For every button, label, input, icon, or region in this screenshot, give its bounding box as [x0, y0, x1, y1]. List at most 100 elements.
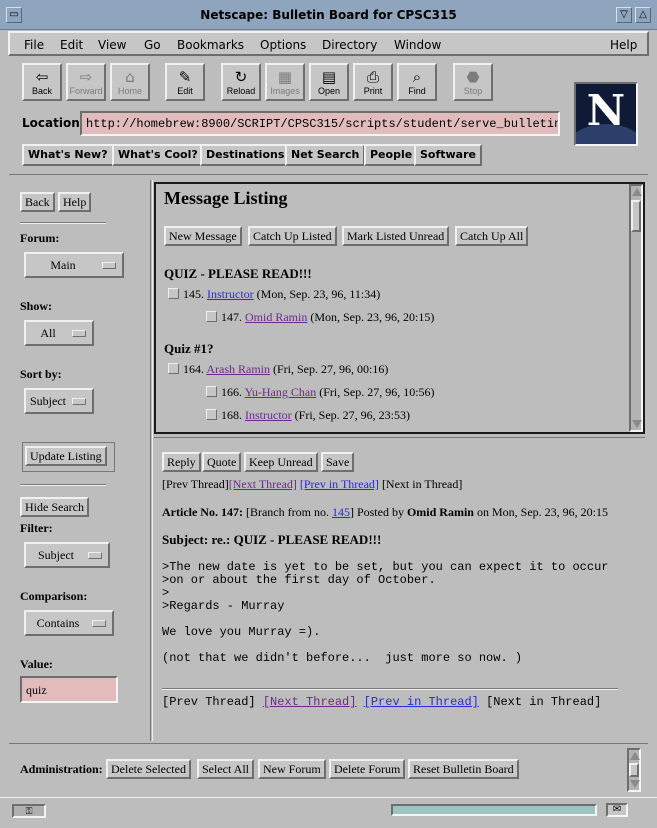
option-indicator-icon	[92, 620, 106, 627]
author-link[interactable]: Instructor	[245, 408, 292, 422]
software-button[interactable]: Software	[414, 144, 482, 166]
hide-search-button[interactable]: Hide Search	[20, 497, 89, 517]
branch-link[interactable]: 145	[332, 505, 350, 519]
admin-frame: Administration: Delete Selected Select A…	[9, 746, 648, 794]
sidebar-divider	[20, 484, 106, 486]
author-link[interactable]: Yu-Hang Chan	[245, 385, 317, 399]
forum-select[interactable]: Main	[24, 252, 124, 278]
delete-selected-button[interactable]: Delete Selected	[106, 759, 191, 779]
mark-listed-unread-button[interactable]: Mark Listed Unread	[342, 226, 450, 246]
author-link[interactable]: Arash Ramin	[206, 362, 270, 376]
delete-forum-button[interactable]: Delete Forum	[329, 759, 406, 779]
menu-directory[interactable]: Directory	[322, 38, 377, 52]
filter-select[interactable]: Subject	[24, 542, 110, 568]
netscape-n-icon: N	[586, 86, 626, 135]
window-menu-icon[interactable]: ▭	[6, 7, 22, 23]
catch-up-all-button[interactable]: Catch Up All	[455, 226, 529, 246]
menu-go[interactable]: Go	[144, 38, 161, 52]
comparison-select[interactable]: Contains	[24, 610, 114, 636]
message-checkbox[interactable]	[206, 409, 217, 420]
stop-button[interactable]: ⬣ Stop	[453, 63, 493, 101]
message-checkbox[interactable]	[206, 386, 217, 397]
sidebar-back-button[interactable]: Back	[20, 192, 55, 212]
prev-thread-text: [Prev Thread]	[162, 695, 256, 709]
menu-file[interactable]: File	[24, 38, 44, 52]
forward-button[interactable]: ⇨ Forward	[66, 63, 106, 101]
scroll-up-icon[interactable]	[630, 752, 640, 760]
reply-button[interactable]: Reply	[162, 452, 201, 472]
forward-arrow-icon: ⇨	[79, 68, 93, 86]
back-button[interactable]: ⇦ Back	[22, 63, 62, 101]
author-link[interactable]: Omid Ramin	[245, 310, 307, 324]
home-icon: ⌂	[125, 68, 135, 86]
sidebar-help-button[interactable]: Help	[58, 192, 92, 212]
destinations-button[interactable]: Destinations	[200, 144, 291, 166]
print-button[interactable]: ⎙ Print	[353, 63, 393, 101]
author-link[interactable]: Instructor	[207, 287, 254, 301]
menu-edit[interactable]: Edit	[60, 38, 83, 52]
menu-bar: File Edit View Go Bookmarks Options Dire…	[8, 31, 649, 56]
whats-cool-button[interactable]: What's Cool?	[112, 144, 204, 166]
maximize-button[interactable]: △	[635, 7, 651, 23]
open-button[interactable]: ▤ Open	[309, 63, 349, 101]
menu-view[interactable]: View	[98, 38, 126, 52]
edit-button[interactable]: ✎ Edit	[165, 63, 205, 101]
new-message-button[interactable]: New Message	[164, 226, 242, 246]
forum-label: Forum:	[20, 231, 60, 245]
admin-divider	[9, 743, 648, 744]
sortby-select[interactable]: Subject	[24, 388, 94, 414]
menu-window[interactable]: Window	[394, 38, 441, 52]
message-checkbox[interactable]	[168, 288, 179, 299]
scroll-thumb[interactable]	[631, 200, 641, 232]
keep-unread-button[interactable]: Keep Unread	[244, 452, 318, 472]
reload-button[interactable]: ↻ Reload	[221, 63, 261, 101]
menu-help[interactable]: Help	[610, 38, 637, 52]
scroll-thumb[interactable]	[629, 763, 639, 777]
menu-options[interactable]: Options	[260, 38, 306, 52]
reset-bulletin-board-button[interactable]: Reset Bulletin Board	[408, 759, 519, 779]
select-all-button[interactable]: Select All	[197, 759, 254, 779]
next-thread-link[interactable]: [Next Thread]	[263, 695, 357, 709]
prev-thread-text: [Prev Thread]	[162, 477, 229, 491]
net-search-button[interactable]: Net Search	[285, 144, 366, 166]
save-button[interactable]: Save	[321, 452, 355, 472]
images-button[interactable]: ▦ Images	[265, 63, 305, 101]
scroll-down-icon[interactable]	[632, 420, 642, 428]
location-field[interactable]: http://homebrew:8900/SCRIPT/CPSC315/scri…	[80, 111, 560, 136]
minimize-button[interactable]: ▽	[616, 7, 632, 23]
pencil-icon: ✎	[178, 68, 192, 86]
whats-new-button[interactable]: What's New?	[22, 144, 114, 166]
title-bar[interactable]: Netscape: Bulletin Board for CPSC315 ▭ ▽…	[0, 0, 657, 30]
message-checkbox[interactable]	[168, 363, 179, 374]
listing-scrollbar[interactable]	[629, 184, 643, 432]
option-indicator-icon	[72, 330, 86, 337]
show-select[interactable]: All	[24, 320, 94, 346]
new-forum-button[interactable]: New Forum	[258, 759, 326, 779]
admin-scrollbar[interactable]	[627, 748, 641, 792]
scroll-up-icon[interactable]	[632, 188, 642, 196]
people-button[interactable]: People	[364, 144, 419, 166]
prev-in-thread-link[interactable]: [Prev in Thread]	[300, 477, 379, 491]
prev-in-thread-link[interactable]: [Prev in Thread]	[364, 695, 479, 709]
mail-icon[interactable]: ✉	[606, 803, 628, 817]
value-input[interactable]: quiz	[20, 676, 118, 703]
find-button[interactable]: ⌕ Find	[397, 63, 437, 101]
security-key-icon[interactable]: ⚿	[12, 804, 46, 818]
article-body: >The new date is yet to be set, but you …	[162, 560, 609, 665]
article-subject: Subject: re.: QUIZ - PLEASE READ!!!	[162, 532, 382, 547]
update-listing-frame: Update Listing	[22, 442, 115, 472]
netscape-logo[interactable]: N	[574, 82, 638, 146]
binoculars-icon: ⌕	[412, 68, 422, 86]
next-in-thread-text: [Next in Thread]	[486, 695, 602, 709]
menu-bookmarks[interactable]: Bookmarks	[177, 38, 244, 52]
message-checkbox[interactable]	[206, 311, 217, 322]
update-listing-button[interactable]: Update Listing	[25, 446, 107, 466]
frame-splitter[interactable]	[150, 180, 153, 741]
option-indicator-icon	[88, 552, 102, 559]
scroll-down-icon[interactable]	[630, 780, 640, 788]
catch-up-listed-button[interactable]: Catch Up Listed	[248, 226, 337, 246]
quote-button[interactable]: Quote	[202, 452, 242, 472]
comparison-label: Comparison:	[20, 589, 88, 603]
next-thread-link[interactable]: [Next Thread]	[229, 477, 297, 491]
home-button[interactable]: ⌂ Home	[110, 63, 150, 101]
